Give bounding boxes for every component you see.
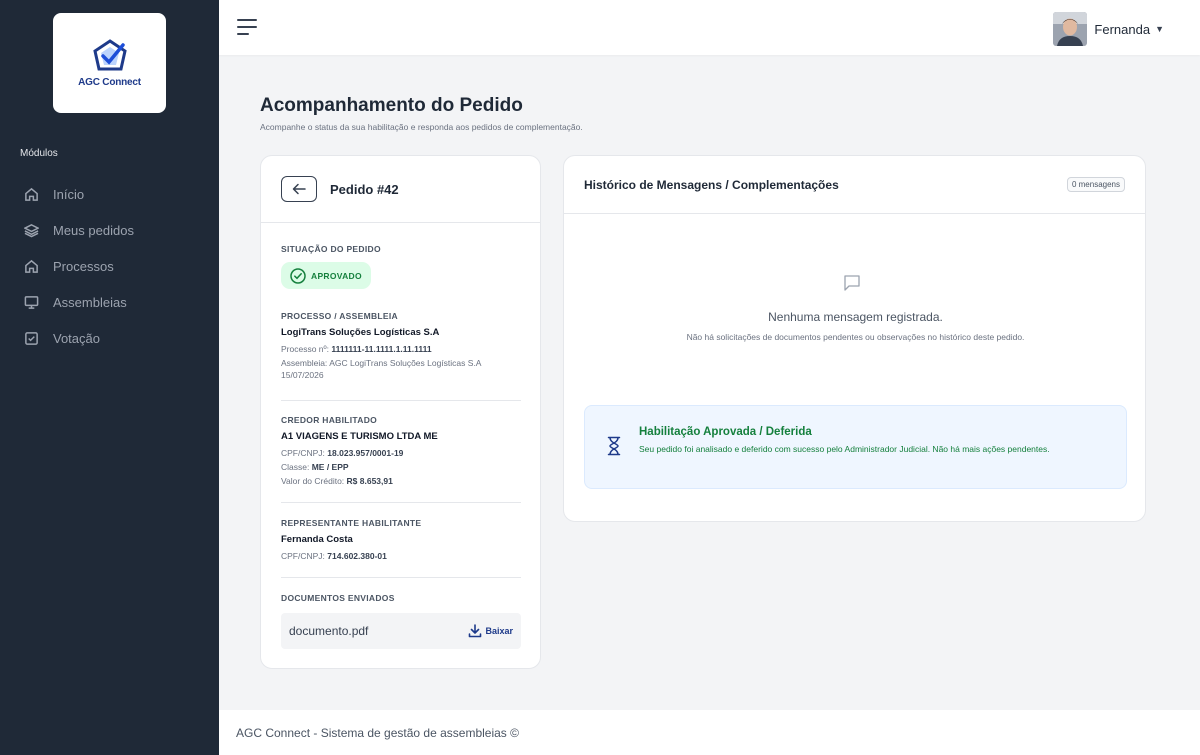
documents-section: DOCUMENTOS ENVIADOS	[281, 593, 521, 603]
documents-label: DOCUMENTOS ENVIADOS	[281, 593, 395, 603]
brand-name: AGC Connect	[78, 76, 141, 88]
process-label: PROCESSO / ASSEMBLEIA	[281, 311, 398, 321]
process-name: LogiTrans Soluções Logísticas S.A	[281, 327, 440, 338]
document-name: documento.pdf	[289, 624, 369, 638]
sidebar-item-processos[interactable]: Processos	[24, 248, 134, 284]
creditor-credit: Valor do Crédito: R$ 8.653,91	[281, 476, 393, 486]
empty-state-text: Não há solicitações de documentos penden…	[686, 332, 1025, 342]
message-history-card: Histórico de Mensagens / Complementações…	[563, 155, 1146, 522]
order-title: Pedido #42	[330, 181, 399, 197]
download-button[interactable]: Baixar	[468, 624, 513, 638]
footer: AGC Connect - Sistema de gestão de assem…	[219, 710, 1200, 755]
process-section: PROCESSO / ASSEMBLEIA LogiTrans Soluções…	[281, 311, 521, 381]
status-label: SITUAÇÃO DO PEDIDO	[281, 244, 381, 254]
page-subtitle: Acompanhe o status da sua habilitação e …	[260, 122, 583, 132]
sidebar-item-inicio[interactable]: Início	[24, 176, 134, 212]
creditor-label: CREDOR HABILITADO	[281, 415, 378, 425]
home-icon	[25, 187, 38, 201]
creditor-doc: CPF/CNPJ: 18.023.957/0001-19	[281, 448, 404, 458]
representative-section: REPRESENTANTE HABILITANTE Fernanda Costa…	[281, 518, 521, 562]
approval-title: Habilitação Aprovada / Deferida	[639, 426, 812, 438]
divider	[281, 577, 521, 578]
status-section: SITUAÇÃO DO PEDIDO APROVADO	[281, 244, 521, 289]
message-count-badge: 0 mensagens	[1066, 177, 1125, 192]
brand-logo[interactable]: AGC Connect	[53, 13, 166, 113]
creditor-name: A1 VIAGENS E TURISMO LTDA ME	[281, 431, 438, 442]
topbar: Fernanda ▼	[219, 0, 1200, 55]
approval-text: Seu pedido foi analisado e deferido com …	[639, 444, 1050, 454]
sidebar-item-label: Votação	[53, 330, 100, 346]
history-title: Histórico de Mensagens / Complementações	[584, 177, 839, 192]
creditor-class: Classe: ME / EPP	[281, 462, 349, 472]
process-assembly: Assembleia: AGC LogiTrans Soluções Logís…	[281, 358, 482, 368]
creditor-section: CREDOR HABILITADO A1 VIAGENS E TURISMO L…	[281, 415, 521, 487]
divider	[281, 502, 521, 503]
avatar	[1053, 12, 1088, 46]
sidebar-item-label: Início	[53, 186, 85, 202]
sidebar-item-label: Processos	[53, 258, 114, 274]
representative-doc: CPF/CNPJ: 714.602.380-01	[281, 551, 387, 561]
empty-state-title: Nenhuma mensagem registrada.	[768, 310, 943, 324]
check-square-icon	[25, 331, 38, 345]
back-button[interactable]	[281, 176, 317, 202]
hourglass-icon	[607, 436, 621, 456]
modules-title: Módulos	[20, 148, 58, 159]
sidebar-item-assembleias[interactable]: Assembleias	[24, 284, 134, 320]
order-header: Pedido #42	[261, 156, 540, 223]
sidebar-item-label: Meus pedidos	[53, 222, 134, 238]
arrow-left-icon	[292, 183, 306, 195]
message-square-icon	[844, 275, 860, 291]
footer-text: AGC Connect - Sistema de gestão de assem…	[236, 726, 519, 740]
process-date: 15/07/2026	[281, 370, 324, 380]
document-item: documento.pdf Baixar	[281, 613, 521, 649]
logo-icon	[92, 38, 127, 70]
monitor-icon	[24, 295, 39, 309]
status-text: APROVADO	[311, 270, 362, 281]
divider	[281, 400, 521, 401]
page-title: Acompanhamento do Pedido	[260, 95, 523, 116]
sidebar-item-label: Assembleias	[53, 294, 127, 310]
download-label: Baixar	[485, 626, 513, 636]
sidebar-nav: Início Meus pedidos Processos Assembleia…	[24, 176, 134, 356]
user-menu[interactable]: Fernanda ▼	[1053, 12, 1164, 46]
check-circle-icon	[290, 267, 306, 284]
sidebar-item-votacao[interactable]: Votação	[24, 320, 134, 356]
representative-label: REPRESENTANTE HABILITANTE	[281, 518, 422, 528]
download-icon	[469, 624, 482, 638]
home-icon	[25, 259, 38, 273]
user-name: Fernanda	[1094, 21, 1151, 37]
order-details-card: Pedido #42 SITUAÇÃO DO PEDIDO APROVADO P…	[260, 155, 541, 669]
layers-icon	[24, 223, 39, 237]
sidebar: AGC Connect Módulos Início Meus pedidos …	[0, 0, 219, 755]
representative-name: Fernanda Costa	[281, 534, 353, 545]
status-badge: APROVADO	[281, 262, 371, 289]
menu-toggle-icon[interactable]	[237, 19, 257, 35]
chevron-down-icon: ▼	[1155, 24, 1164, 34]
process-number: Processo nº: 1111111-11.1111.1.11.1111	[281, 344, 432, 354]
sidebar-item-meus-pedidos[interactable]: Meus pedidos	[24, 212, 134, 248]
approval-notice: Habilitação Aprovada / Deferida Seu pedi…	[584, 405, 1127, 489]
history-header: Histórico de Mensagens / Complementações…	[564, 156, 1145, 214]
